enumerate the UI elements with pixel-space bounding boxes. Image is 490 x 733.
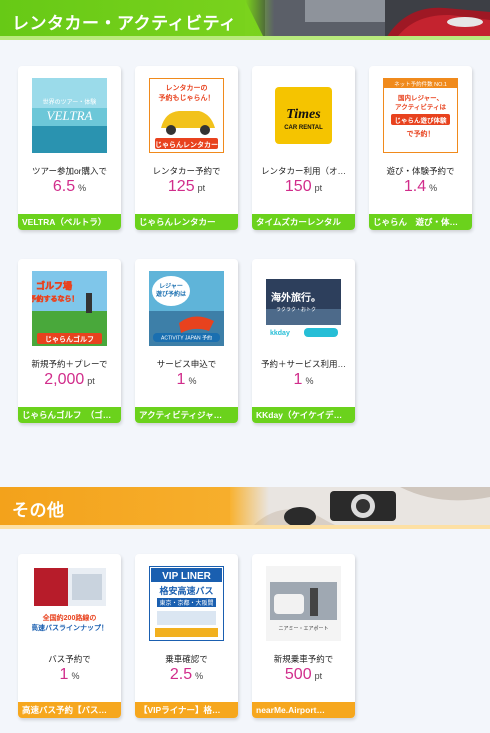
card-description: 乗車確認で (165, 654, 208, 664)
car-photo (245, 0, 490, 40)
card-description: レンタカー予約で (152, 166, 221, 176)
svg-text:で予約！: で予約！ (407, 129, 435, 138)
card-description: ツアー参加or購入で (31, 166, 108, 176)
veltra-thumbnail: 世界のツアー・体験 VELTRA (32, 78, 107, 153)
vip-liner-thumbnail: VIP LINER 格安高速バス 東京・京都・大阪間 (149, 566, 224, 641)
card-bus-reservation[interactable]: 全国約200路線の 高速バスラインナップ！ バス予約で 1% 高速バス予約【バス… (18, 554, 121, 718)
svg-text:じゃらんゴルフ: じゃらんゴルフ (45, 335, 94, 344)
merchant-name[interactable]: 高速バス予約【バス… (18, 702, 121, 718)
svg-text:kkday: kkday (270, 330, 290, 337)
svg-text:予約するなら！: 予約するなら！ (32, 294, 79, 303)
reward-rate: 1.4% (403, 178, 438, 195)
reward-rate: 2.5% (169, 666, 204, 683)
svg-text:国内レジャー、: 国内レジャー、 (398, 93, 443, 102)
card-description: 新規予約＋プレーで (31, 359, 108, 369)
svg-text:格安高速バス: 格安高速バス (159, 585, 213, 596)
jalan-golf-thumbnail: ゴルフ場 予約するなら！ じゃらんゴルフ (32, 271, 107, 346)
section-header-other: その他 (0, 487, 490, 529)
merchant-name[interactable]: VELTRA（ベルトラ） (18, 214, 121, 230)
svg-text:VIP LINER: VIP LINER (162, 571, 211, 582)
card-description: サービス申込で (156, 359, 217, 369)
svg-text:ネット予約件数 NO.1: ネット予約件数 NO.1 (394, 80, 447, 88)
card-jalan-golf[interactable]: ゴルフ場 予約するなら！ じゃらんゴルフ 新規予約＋プレーで 2,000 pt じ… (18, 259, 121, 423)
jalan-rentacar-thumbnail: レンタカーの 予約もじゃらん！ じゃらんレンタカー (149, 78, 224, 153)
merchant-name[interactable]: じゃらん 遊び・体… (369, 214, 472, 230)
card-nearme-airport[interactable]: ニアミー・エアポート 新規乗車予約で 500 pt nearMe.Airport… (252, 554, 355, 718)
card-activity-japan[interactable]: レジャー 遊び予約は ACTIVITY JAPAN 予約 サービス申込で 1% … (135, 259, 238, 423)
section-title: レンタカー・アクティビティ (12, 14, 237, 33)
card-description: 新規乗車予約で (273, 654, 334, 664)
svg-text:遊び予約は: 遊び予約は (156, 290, 186, 298)
reward-rate: 1% (176, 371, 197, 388)
svg-text:世界のツアー・体験: 世界のツアー・体験 (43, 98, 97, 106)
section-header-rental-activity: レンタカー・アクティビティ (0, 0, 490, 40)
reward-rate: 6.5% (52, 178, 87, 195)
card-kkday[interactable]: 海外旅行。 ラクラク・おトク kkday 予約＋サービス利用… 1% KKday… (252, 259, 355, 423)
card-jalan-rentacar[interactable]: レンタカーの 予約もじゃらん！ じゃらんレンタカー レンタカー予約で 125 pt… (135, 66, 238, 230)
svg-text:VELTRA: VELTRA (47, 108, 93, 123)
merchant-name[interactable]: KKday（ケイケイデ… (252, 407, 355, 423)
reward-rate: 500 pt (284, 666, 323, 683)
svg-text:高速バスラインナップ！: 高速バスラインナップ！ (32, 623, 107, 632)
svg-text:ニアミー・エアポート: ニアミー・エアポート (279, 625, 329, 632)
merchant-name[interactable]: アクティビティジャ… (135, 407, 238, 423)
svg-text:アクティビティは: アクティビティは (395, 102, 446, 111)
kkday-thumbnail: 海外旅行。 ラクラク・おトク kkday (266, 271, 341, 346)
svg-text:レンタカーの: レンタカーの (166, 83, 208, 92)
svg-text:CAR RENTAL: CAR RENTAL (284, 125, 323, 131)
svg-text:じゃらんレンタカー: じゃらんレンタカー (155, 140, 218, 149)
activity-japan-thumbnail: レジャー 遊び予約は ACTIVITY JAPAN 予約 (149, 271, 224, 346)
section-title: その他 (12, 501, 65, 520)
reward-rate: 2,000 pt (44, 371, 95, 388)
card-description: 遊び・体験予約で (386, 166, 455, 176)
merchant-name[interactable]: じゃらんレンタカー (135, 214, 238, 230)
card-description: バス予約で (48, 654, 91, 664)
svg-text:ラクラク・おトク: ラクラク・おトク (276, 306, 316, 313)
camera-photo (230, 487, 490, 529)
merchant-name[interactable]: nearMe.Airport… (252, 702, 355, 718)
merchant-name[interactable]: じゃらんゴルフ （ゴ… (18, 407, 121, 423)
svg-text:レジャー: レジャー (159, 283, 183, 290)
card-times-car-rental[interactable]: Times CAR RENTAL レンタカー利用（オ… 150 pt タイムズカー… (252, 66, 355, 230)
svg-text:全国約200路線の: 全国約200路線の (42, 613, 97, 622)
card-description: 予約＋サービス利用… (260, 359, 346, 369)
highway-bus-thumbnail: 全国約200路線の 高速バスラインナップ！ (32, 566, 107, 641)
svg-text:じゃらん遊び体験: じゃらん遊び体験 (395, 116, 448, 125)
svg-text:ゴルフ場: ゴルフ場 (36, 280, 72, 291)
reward-rate: 1% (293, 371, 314, 388)
merchant-name[interactable]: 【VIPライナー】格… (135, 702, 238, 718)
card-veltra[interactable]: 世界のツアー・体験 VELTRA ツアー参加or購入で 6.5% VELTRA（… (18, 66, 121, 230)
svg-text:Times: Times (286, 107, 321, 122)
nearme-airport-thumbnail: ニアミー・エアポート (266, 566, 341, 641)
times-car-rental-thumbnail: Times CAR RENTAL (266, 78, 341, 153)
card-description: レンタカー利用（オ… (260, 166, 346, 176)
svg-text:海外旅行。: 海外旅行。 (271, 291, 321, 304)
jalan-activity-thumbnail: ネット予約件数 NO.1 国内レジャー、 アクティビティは じゃらん遊び体験 で… (383, 78, 458, 153)
card-vip-liner[interactable]: VIP LINER 格安高速バス 東京・京都・大阪間 乗車確認で 2.5% 【V… (135, 554, 238, 718)
merchant-name[interactable]: タイムズカーレンタル (252, 214, 355, 230)
reward-rate: 125 pt (167, 178, 206, 195)
svg-text:東京・京都・大阪間: 東京・京都・大阪間 (159, 599, 213, 607)
svg-text:予約もじゃらん！: 予約もじゃらん！ (159, 93, 215, 102)
card-jalan-activity[interactable]: ネット予約件数 NO.1 国内レジャー、 アクティビティは じゃらん遊び体験 で… (369, 66, 472, 230)
reward-rate: 150 pt (284, 178, 323, 195)
svg-text:ACTIVITY JAPAN 予約: ACTIVITY JAPAN 予約 (161, 335, 212, 342)
reward-rate: 1% (59, 666, 80, 683)
